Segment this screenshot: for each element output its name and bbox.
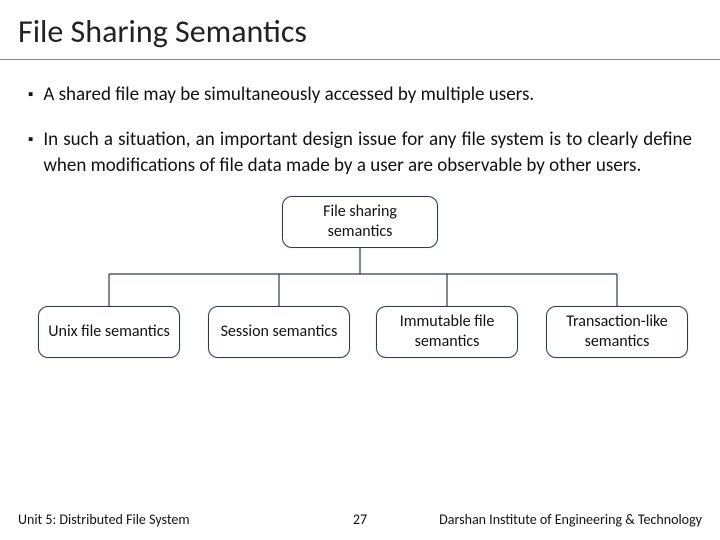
diagram-root-node: File sharing semantics [282, 196, 438, 248]
bullet-item: ▪ In such a situation, an important desi… [28, 127, 692, 178]
bullet-item: ▪ A shared file may be simultaneously ac… [28, 82, 692, 109]
slide-title: File Sharing Semantics [0, 0, 720, 60]
hierarchy-diagram: File sharing semantics Unix file semanti… [30, 196, 690, 376]
bullet-marker-icon: ▪ [28, 82, 43, 109]
diagram-child-node: Session semantics [208, 306, 350, 358]
diagram-child-node: Transaction-like semantics [546, 306, 688, 358]
slide-body: ▪ A shared file may be simultaneously ac… [0, 60, 720, 376]
bullet-marker-icon: ▪ [28, 127, 43, 178]
footer-page-number: 27 [353, 511, 367, 528]
footer-institute: Darshan Institute of Engineering & Techn… [439, 511, 702, 528]
bullet-text: A shared file may be simultaneously acce… [43, 82, 692, 109]
bullet-text: In such a situation, an important design… [43, 127, 692, 178]
slide-footer: Unit 5: Distributed File System 27 Darsh… [0, 501, 720, 540]
diagram-child-node: Unix file semantics [38, 306, 180, 358]
footer-unit: Unit 5: Distributed File System [18, 511, 190, 528]
diagram-child-node: Immutable file semantics [376, 306, 518, 358]
